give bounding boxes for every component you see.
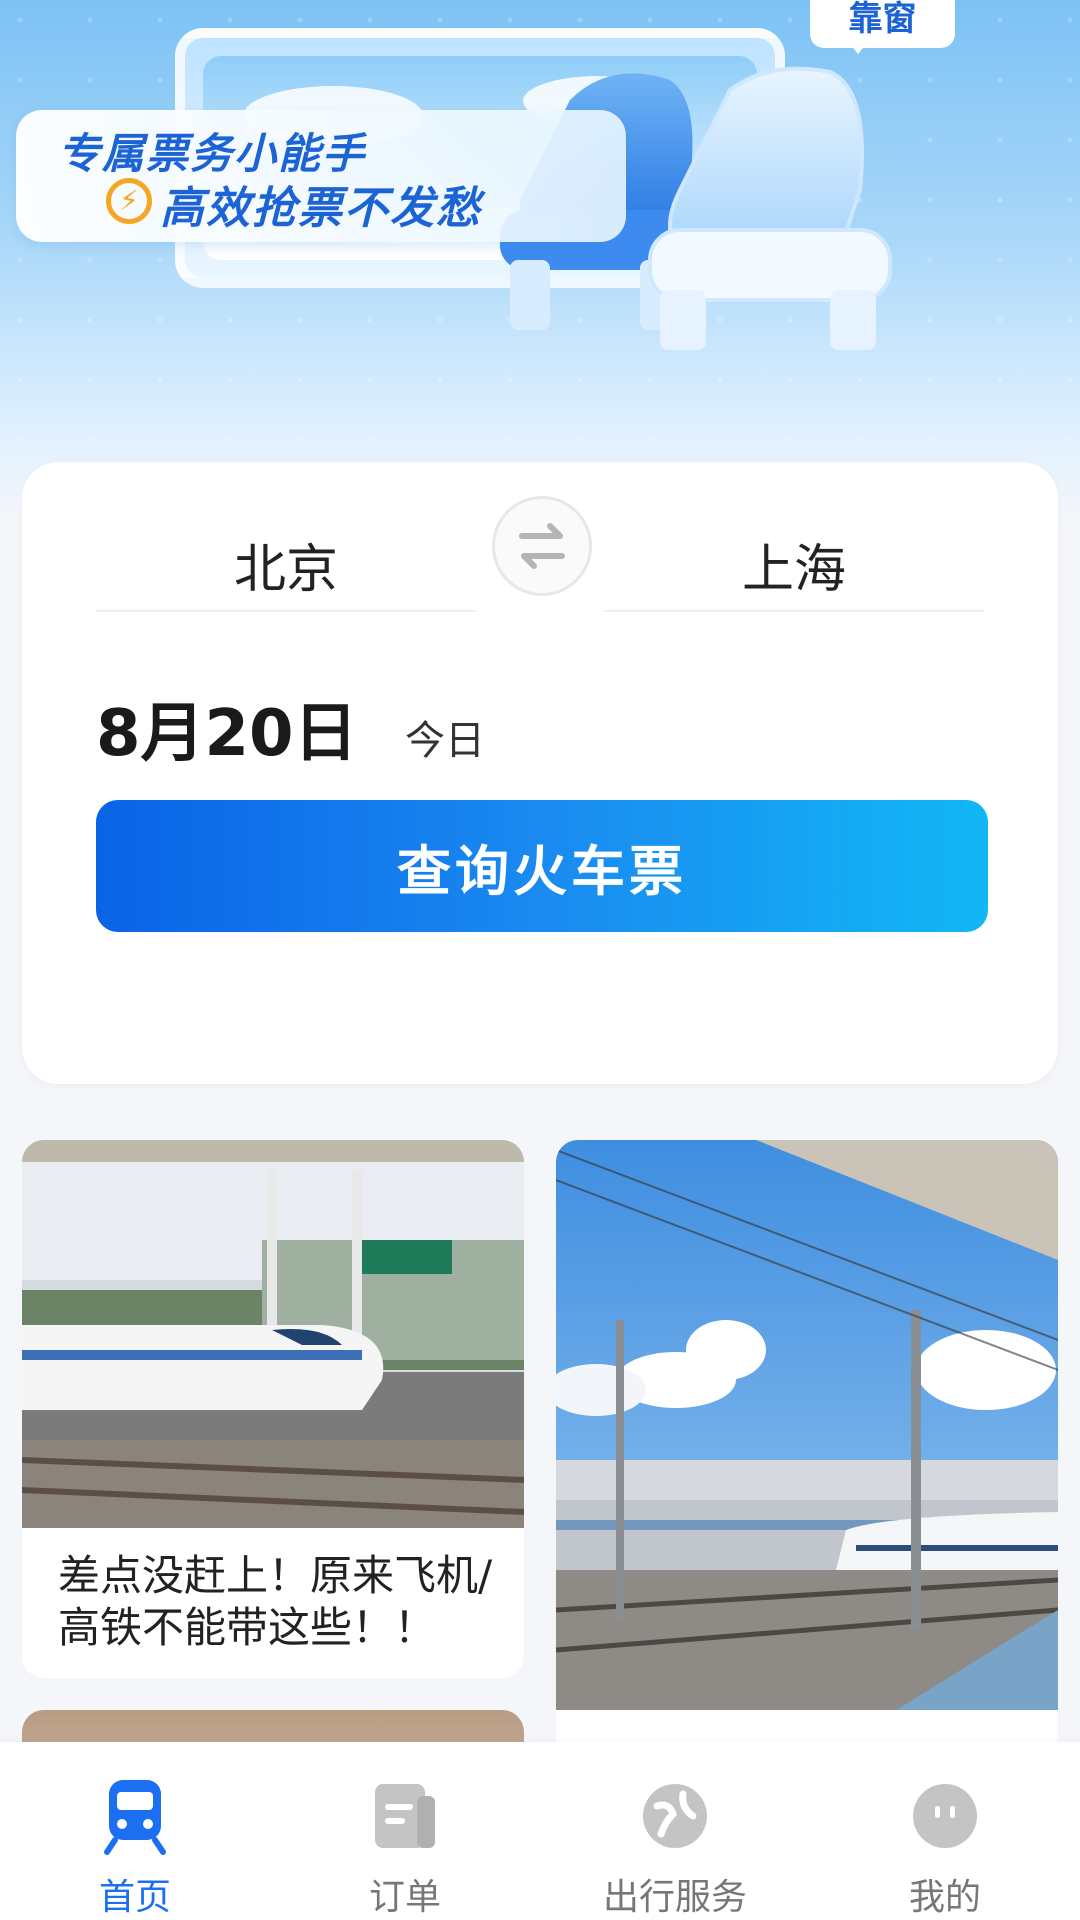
slogan-line2: 高效抢票不发愁 xyxy=(160,183,482,234)
departure-date[interactable]: 8月20日 xyxy=(96,682,358,774)
nav-label-orders: 订单 xyxy=(368,1877,441,1918)
article-card[interactable]: 差点没赶上！原来飞机/ 高铁不能带这些！！ xyxy=(22,1140,524,1678)
profile-icon xyxy=(913,1784,977,1848)
to-city[interactable]: 上海 xyxy=(604,527,984,602)
train-icon xyxy=(104,1780,166,1855)
slogan-banner: 专属票务小能手 ⚡ 高效抢票不发愁 xyxy=(16,110,626,242)
nav-label-home: 首页 xyxy=(98,1877,171,1918)
swap-cities-button[interactable] xyxy=(492,496,592,596)
nav-item-orders[interactable]: 订单 xyxy=(270,1742,540,1920)
search-tickets-button[interactable]: 查询火车票 xyxy=(96,800,988,932)
window-seat-tag: 靠窗 xyxy=(810,0,955,54)
from-city[interactable]: 北京 xyxy=(96,527,476,602)
to-city-underline xyxy=(604,610,984,612)
hero-banner[interactable]: 靠窗 专属票务小能手 ⚡ 高效抢票不发愁 xyxy=(0,0,1080,520)
train-photo xyxy=(22,1140,524,1528)
order-icon xyxy=(375,1784,435,1848)
from-city-underline xyxy=(96,610,476,612)
station-photo xyxy=(556,1140,1058,1710)
nav-label-travel-service: 出行服务 xyxy=(602,1877,747,1918)
nav-item-profile[interactable]: 我的 xyxy=(810,1742,1080,1920)
nav-item-home[interactable]: 首页 xyxy=(0,1742,270,1920)
app-root: 靠窗 专属票务小能手 ⚡ 高效抢票不发愁 北京 上海 8月20日 今日 查询火车… xyxy=(0,0,1080,1920)
ticket-search-card: 北京 上海 8月20日 今日 查询火车票 xyxy=(22,462,1058,1084)
article-title-line1: 差点没赶上！原来飞机/ xyxy=(58,1551,493,1600)
nav-item-travel-service[interactable]: 出行服务 xyxy=(540,1742,810,1920)
bottom-nav: 首页 订单 出行服务 我的 xyxy=(0,1742,1080,1920)
article-card[interactable] xyxy=(556,1140,1058,1760)
date-note: 今日 xyxy=(405,718,485,764)
swap-icon xyxy=(519,523,565,569)
article-title-line2: 高铁不能带这些！！ xyxy=(58,1603,437,1652)
travel-service-icon xyxy=(643,1784,707,1848)
nav-label-profile: 我的 xyxy=(908,1877,981,1918)
